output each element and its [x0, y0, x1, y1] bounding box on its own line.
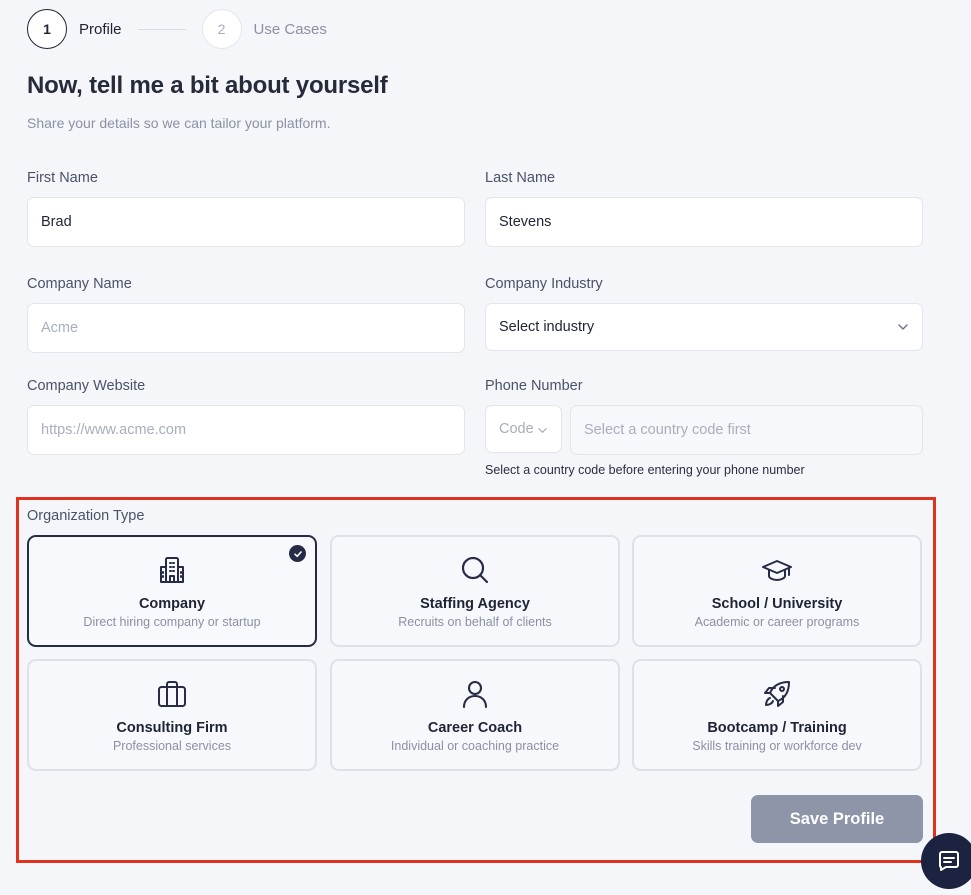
chevron-down-icon: [538, 428, 547, 433]
org-option-bootcamp-training[interactable]: Bootcamp / Training Skills training or w…: [632, 659, 922, 771]
country-code-placeholder: Code: [499, 421, 534, 437]
search-icon: [459, 554, 491, 586]
company-name-label: Company Name: [27, 276, 132, 292]
last-name-input[interactable]: [485, 197, 923, 247]
check-icon: [289, 545, 306, 562]
org-option-description: Academic or career programs: [694, 615, 860, 629]
org-option-title: School / University: [711, 596, 843, 612]
org-option-description: Professional services: [112, 739, 232, 753]
company-industry-label: Company Industry: [485, 276, 603, 292]
org-option-title: Bootcamp / Training: [707, 720, 847, 736]
building-icon: [156, 554, 188, 586]
org-option-title: Company: [138, 596, 206, 612]
step-1-label[interactable]: Profile: [79, 21, 122, 38]
org-option-description: Individual or coaching practice: [390, 739, 560, 753]
company-industry-select[interactable]: Select industry: [485, 303, 923, 351]
rocket-icon: [761, 678, 793, 710]
phone-number-label: Phone Number: [485, 378, 583, 394]
company-website-input[interactable]: [27, 405, 465, 455]
chat-widget-button[interactable]: [921, 833, 971, 889]
org-option-consulting-firm[interactable]: Consulting Firm Professional services: [27, 659, 317, 771]
step-1-indicator[interactable]: 1: [27, 9, 67, 49]
briefcase-icon: [156, 678, 188, 710]
company-name-input[interactable]: [27, 303, 465, 353]
company-industry-value: Select industry: [499, 319, 595, 335]
step-connector: [137, 28, 186, 30]
chevron-down-icon: [898, 324, 908, 330]
page-title: Now, tell me a bit about yourself: [27, 72, 388, 99]
org-option-staffing-agency[interactable]: Staffing Agency Recruits on behalf of cl…: [330, 535, 620, 647]
phone-helper-text: Select a country code before entering yo…: [485, 463, 805, 477]
first-name-label: First Name: [27, 170, 98, 186]
page-subtitle: Share your details so we can tailor your…: [27, 115, 331, 131]
phone-number-input[interactable]: [570, 405, 923, 455]
org-option-title: Consulting Firm: [116, 720, 228, 736]
org-option-title: Career Coach: [427, 720, 523, 736]
chat-icon: [939, 851, 959, 871]
stepper: 1 Profile 2 Use Cases: [27, 9, 327, 49]
step-2-label[interactable]: Use Cases: [254, 21, 327, 38]
last-name-label: Last Name: [485, 170, 556, 186]
org-option-description: Skills training or workforce dev: [692, 739, 862, 753]
first-name-input[interactable]: [27, 197, 465, 247]
org-option-school-university[interactable]: School / University Academic or career p…: [632, 535, 922, 647]
graduation-cap-icon: [761, 554, 793, 586]
country-code-select[interactable]: Code: [485, 405, 562, 453]
org-option-description: Direct hiring company or startup: [83, 615, 261, 629]
org-option-description: Recruits on behalf of clients: [398, 615, 552, 629]
user-icon: [459, 678, 491, 710]
step-2-indicator[interactable]: 2: [201, 9, 242, 49]
save-profile-button[interactable]: Save Profile: [751, 795, 923, 843]
organization-type-label: Organization Type: [27, 508, 145, 524]
org-option-title: Staffing Agency: [420, 596, 530, 612]
org-option-company[interactable]: Company Direct hiring company or startup: [27, 535, 317, 647]
company-website-label: Company Website: [27, 378, 146, 394]
org-option-career-coach[interactable]: Career Coach Individual or coaching prac…: [330, 659, 620, 771]
